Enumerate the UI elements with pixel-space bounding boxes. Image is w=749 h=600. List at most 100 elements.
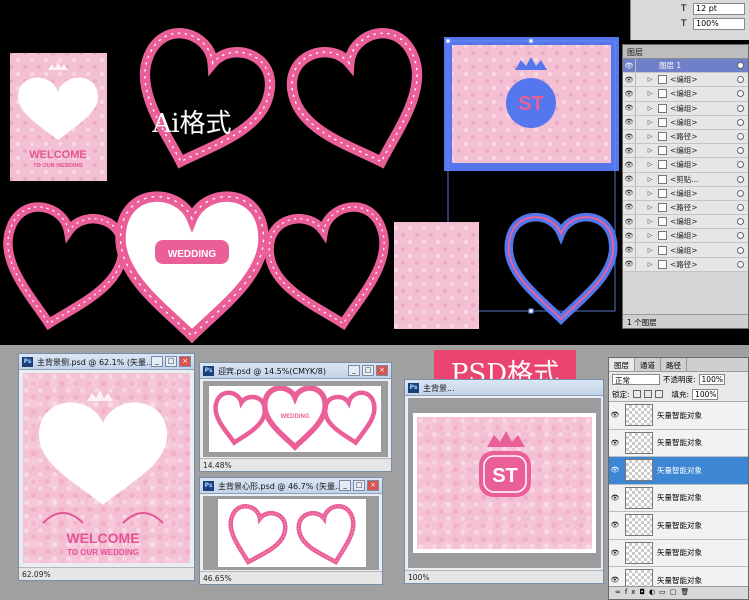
psd-window-bg[interactable]: Ps 主背景... ST 100%: [404, 379, 604, 584]
ai-layer-row[interactable]: 👁 ▷ <路径>: [623, 257, 748, 272]
triple-heart-center[interactable]: [121, 197, 264, 336]
ai-layer-row[interactable]: 👁 ▷ <路径>: [623, 200, 748, 216]
expand-arrow-icon[interactable]: ▷: [645, 218, 655, 225]
adjust-icon[interactable]: ◐: [649, 588, 659, 596]
ai-layer-row[interactable]: 👁 ▷ <编组>: [623, 73, 748, 88]
ps-tab[interactable]: 通道: [635, 358, 661, 371]
maximize-button[interactable]: □: [165, 356, 177, 367]
maximize-button[interactable]: □: [362, 365, 374, 376]
expand-arrow-icon[interactable]: ▷: [645, 133, 655, 140]
outline-heart-right[interactable]: [283, 25, 441, 181]
ai-layer-row[interactable]: 👁 ▷ <编组>: [623, 115, 748, 130]
eye-icon[interactable]: 👁: [623, 243, 635, 256]
eye-icon[interactable]: 👁: [609, 411, 621, 419]
ai-layer-row[interactable]: 👁 ▷ <编组>: [623, 243, 748, 258]
ai-layer-top[interactable]: 👁 图层 1: [623, 59, 748, 74]
blue-outline-heart[interactable]: [509, 217, 614, 319]
expand-arrow-icon[interactable]: ▷: [645, 147, 655, 154]
status-zoom-welcome[interactable]: 14.48%: [200, 458, 391, 471]
eye-icon[interactable]: 👁: [623, 59, 635, 72]
maximize-button[interactable]: □: [353, 480, 365, 491]
triple-heart-right[interactable]: [263, 202, 399, 336]
eye-icon[interactable]: 👁: [623, 158, 635, 171]
mask-icon[interactable]: ◘: [639, 588, 649, 596]
fill-input[interactable]: 100%: [692, 388, 719, 400]
opacity-input[interactable]: 100%: [698, 374, 725, 385]
ai-layer-row[interactable]: 👁 ▷ <编组>: [623, 229, 748, 244]
expand-arrow-icon[interactable]: ▷: [645, 190, 655, 197]
eye-icon[interactable]: 👁: [609, 521, 621, 529]
expand-arrow-icon[interactable]: ▷: [645, 247, 655, 254]
ps-tab[interactable]: 路径: [661, 358, 687, 371]
ai-layer-row[interactable]: 👁 ▷ <编组>: [623, 158, 748, 173]
expand-arrow-icon[interactable]: ▷: [645, 261, 655, 268]
close-button[interactable]: ×: [367, 480, 379, 491]
font-size-input[interactable]: 12 pt: [693, 3, 745, 15]
ai-layer-row[interactable]: 👁 ▷ <编组>: [623, 101, 748, 116]
link-icon[interactable]: ∞: [615, 588, 625, 596]
ai-layer-row[interactable]: 👁 ▷ <编组>: [623, 186, 748, 201]
ps-layer-row[interactable]: 👁 矢量智能对象: [609, 429, 748, 457]
ai-layer-row[interactable]: 👁 ▷ <编组>: [623, 144, 748, 159]
ai-layer-row[interactable]: 👁 ▷ <编组>: [623, 87, 748, 102]
close-button[interactable]: ×: [376, 365, 388, 376]
lock-transparent-icon[interactable]: [632, 390, 641, 398]
ai-layers-tab[interactable]: 图层: [623, 45, 748, 59]
expand-arrow-icon[interactable]: ▷: [645, 204, 655, 211]
expand-arrow-icon[interactable]: ▷: [645, 105, 655, 112]
new-layer-icon[interactable]: ▢: [670, 588, 681, 596]
eye-icon[interactable]: 👁: [623, 102, 635, 115]
eye-icon[interactable]: 👁: [623, 258, 635, 271]
eye-icon[interactable]: 👁: [623, 201, 635, 214]
trash-icon[interactable]: 🗑: [680, 588, 693, 596]
ps-layer-row[interactable]: 👁 矢量智能对象: [609, 457, 748, 485]
ps-layer-row[interactable]: 👁 矢量智能对象: [609, 484, 748, 512]
eye-icon[interactable]: 👁: [623, 73, 635, 86]
expand-arrow-icon[interactable]: ▷: [645, 90, 655, 97]
minimize-button[interactable]: _: [151, 356, 163, 367]
eye-icon[interactable]: 👁: [623, 116, 635, 129]
psd-window-heart[interactable]: Ps 主背景心形.psd @ 46.7% (矢量... _ □ × 46.65%: [199, 477, 383, 585]
triple-heart-left[interactable]: [0, 202, 129, 336]
psd-window-welcome[interactable]: Ps 迎宾.psd @ 14.5%(CMYK/8) _ □ × WEDDING 14.…: [199, 362, 392, 472]
close-button[interactable]: ×: [179, 356, 191, 367]
scale-input[interactable]: 100%: [693, 18, 745, 30]
eye-icon[interactable]: 👁: [609, 576, 621, 584]
ps-layer-row[interactable]: 👁 矢量智能对象: [609, 402, 748, 430]
folder-icon[interactable]: ▭: [659, 588, 670, 596]
eye-icon[interactable]: 👁: [609, 439, 621, 447]
eye-icon[interactable]: 👁: [609, 466, 621, 474]
lock-pixels-icon[interactable]: [643, 390, 652, 398]
eye-icon[interactable]: 👁: [623, 187, 635, 200]
eye-icon[interactable]: 👁: [609, 549, 621, 557]
expand-arrow-icon[interactable]: ▷: [645, 119, 655, 126]
expand-arrow-icon[interactable]: ▷: [645, 232, 655, 239]
blend-mode-select[interactable]: 正常: [612, 374, 660, 385]
eye-icon[interactable]: 👁: [623, 229, 635, 242]
fx-icon[interactable]: fx: [625, 588, 640, 596]
eye-icon[interactable]: 👁: [623, 173, 635, 186]
ps-layer-row[interactable]: 👁 矢量智能对象: [609, 539, 748, 567]
eye-icon[interactable]: 👁: [623, 130, 635, 143]
minimize-button[interactable]: _: [348, 365, 360, 376]
status-zoom-main[interactable]: 62.09%: [19, 567, 194, 580]
ps-layer-row[interactable]: 👁 矢量智能对象: [609, 512, 748, 540]
eye-icon[interactable]: 👁: [623, 215, 635, 228]
expand-arrow-icon[interactable]: ▷: [645, 76, 655, 83]
minimize-button[interactable]: _: [339, 480, 351, 491]
expand-arrow-icon[interactable]: ▷: [645, 161, 655, 168]
status-zoom-bg[interactable]: 100%: [405, 570, 603, 583]
ps-tab[interactable]: 图层: [609, 358, 635, 371]
ai-layer-row[interactable]: 👁 ▷ <剪贴...: [623, 172, 748, 187]
outline-heart-left[interactable]: [121, 25, 279, 181]
eye-icon[interactable]: 👁: [609, 494, 621, 502]
eye-icon[interactable]: 👁: [623, 144, 635, 157]
ai-layer-row[interactable]: 👁 ▷ <编组>: [623, 215, 748, 230]
pattern-swatch[interactable]: [394, 222, 479, 329]
expand-arrow-icon[interactable]: ▷: [645, 176, 655, 183]
lock-position-icon[interactable]: [654, 390, 663, 398]
ai-layer-row[interactable]: 👁 ▷ <路径>: [623, 129, 748, 145]
eye-icon[interactable]: 👁: [623, 87, 635, 100]
psd-window-main[interactable]: Ps 主背景侧.psd @ 62.1% (矢量... _ □ × WELCOME TO…: [18, 353, 195, 581]
status-zoom-heart[interactable]: 46.65%: [200, 571, 382, 584]
